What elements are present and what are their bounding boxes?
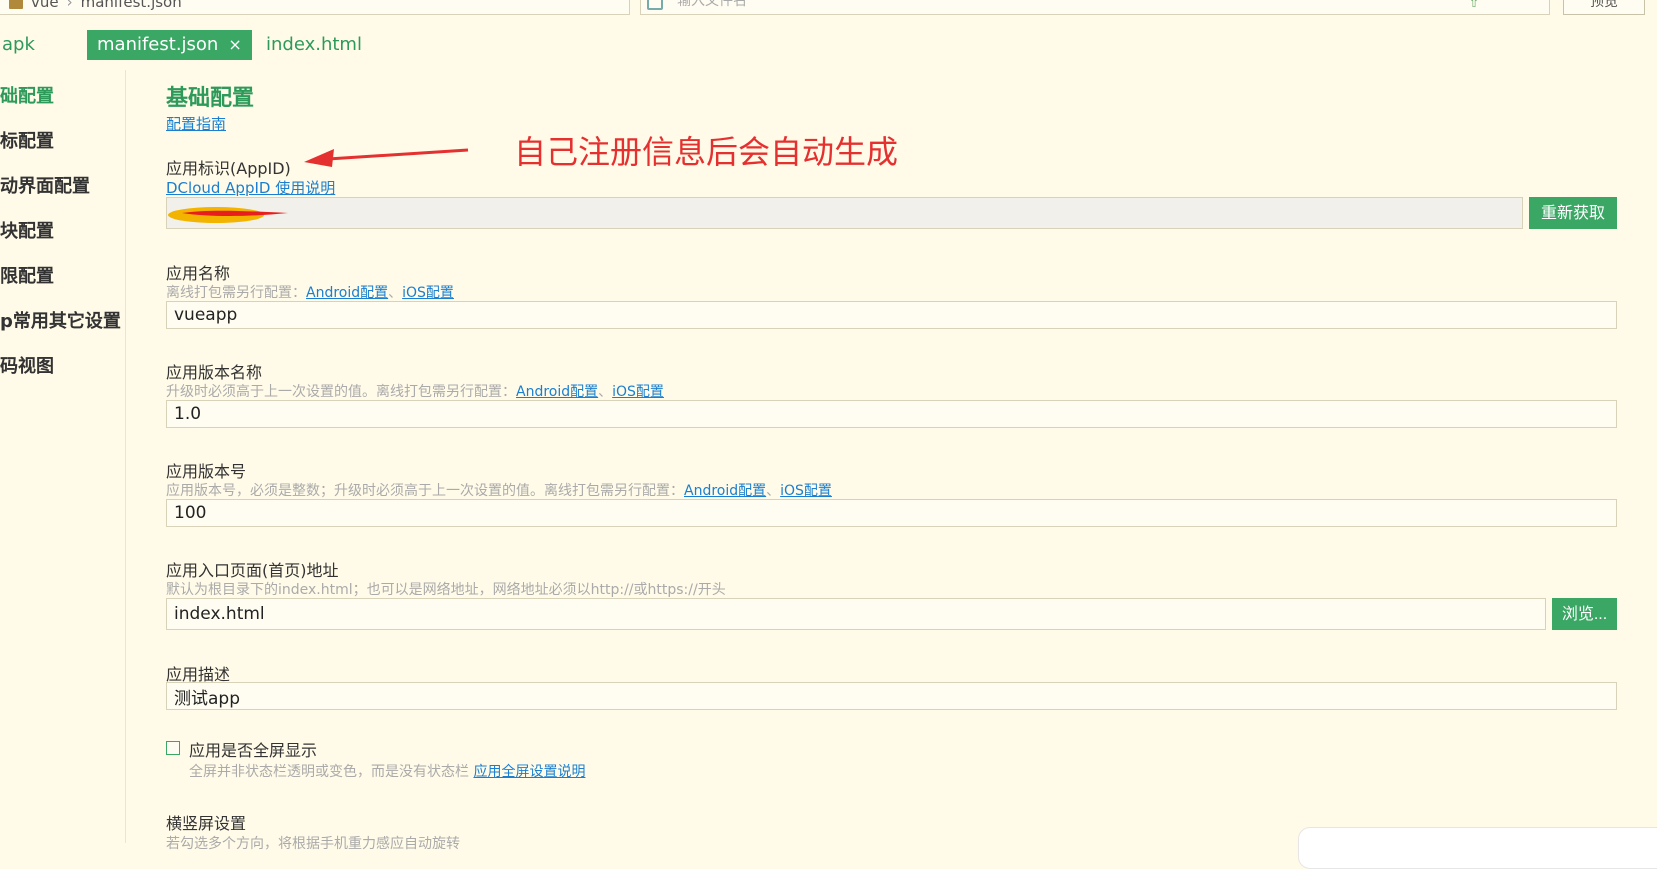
entry-page-label: 应用入口页面(首页)地址 (166, 561, 339, 580)
tab-index-html[interactable]: index.html (266, 30, 362, 60)
ios-config-link[interactable]: iOS配置 (402, 285, 454, 301)
app-name-input[interactable] (166, 301, 1617, 329)
hint-text: 离线打包需另行配置： (166, 285, 306, 301)
breadcrumb-file[interactable]: manifest.json (81, 0, 182, 11)
sidebar-item-icon[interactable]: 标配置 (0, 127, 54, 153)
android-config-link[interactable]: Android配置 (306, 285, 388, 301)
ios-config-link[interactable]: iOS配置 (780, 483, 832, 499)
config-guide-link[interactable]: 配置指南 (166, 115, 226, 133)
sidebar-item-other-settings[interactable]: p常用其它设置 (0, 307, 121, 333)
sidebar-item-modules[interactable]: 块配置 (0, 217, 54, 243)
browse-button[interactable]: 浏览... (1552, 598, 1617, 630)
refresh-appid-button[interactable]: 重新获取 (1529, 197, 1617, 229)
version-name-label: 应用版本名称 (166, 363, 263, 382)
search-icon (647, 0, 663, 10)
preview-button[interactable]: 预览 (1563, 0, 1645, 15)
annotation-text: 自己注册信息后会自动生成 (514, 133, 899, 171)
entry-page-hint: 默认为根目录下的index.html；也可以是网络地址，网络地址必须以http:… (166, 582, 726, 598)
app-name-label: 应用名称 (166, 264, 231, 283)
arrow-up-icon[interactable]: ⇧ (1469, 0, 1479, 10)
fullscreen-checkbox[interactable] (166, 741, 180, 755)
tab-label: apk (2, 34, 35, 55)
appid-field (166, 197, 1523, 229)
description-input[interactable] (166, 682, 1617, 710)
fullscreen-hint: 全屏并非状态栏透明或变色，而是没有状态栏 应用全屏设置说明 (189, 761, 585, 781)
annotation-arrow (304, 148, 469, 167)
breadcrumb: vue › manifest.json (0, 0, 630, 15)
app-name-hint: 离线打包需另行配置：Android配置、iOS配置 (166, 282, 454, 302)
version-code-input[interactable] (166, 499, 1617, 527)
tab-manifest-json[interactable]: manifest.json × (87, 30, 252, 60)
hint-separator: 、 (388, 285, 403, 301)
hint-separator: 、 (598, 384, 613, 400)
orientation-hint: 若勾选多个方向，将根据手机重力感应自动旋转 (166, 836, 460, 852)
sidebar-item-splash[interactable]: 动界面配置 (0, 172, 90, 198)
breadcrumb-folder[interactable]: vue (31, 0, 59, 11)
entry-page-input[interactable] (166, 598, 1546, 630)
sidebar-item-source-view[interactable]: 码视图 (0, 352, 54, 378)
close-icon[interactable]: × (228, 35, 241, 54)
hint-text: 升级时必须高于上一次设置的值。离线打包需另行配置： (166, 384, 516, 400)
search-placeholder: 输入文件名 (677, 0, 747, 9)
chevron-right-icon: › (66, 0, 73, 11)
version-code-label: 应用版本号 (166, 462, 247, 481)
appid-label: 应用标识(AppID) (166, 159, 291, 178)
hint-separator: 、 (766, 483, 781, 499)
version-code-hint: 应用版本号，必须是整数；升级时必须高于上一次设置的值。离线打包需另行配置：And… (166, 480, 832, 500)
editor-tabs: apk manifest.json × index.html (0, 30, 1657, 60)
search-input[interactable]: 输入文件名 ⇧ (640, 0, 1550, 15)
version-name-hint: 升级时必须高于上一次设置的值。离线打包需另行配置：Android配置、iOS配置 (166, 381, 664, 401)
fullscreen-label: 应用是否全屏显示 (189, 741, 318, 760)
notification-card (1298, 827, 1657, 869)
fullscreen-help-link[interactable]: 应用全屏设置说明 (473, 764, 585, 780)
page-title: 基础配置 (166, 86, 255, 111)
top-bar: vue › manifest.json 输入文件名 ⇧ 预览 (0, 0, 1657, 18)
orientation-label: 横竖屏设置 (166, 814, 247, 833)
settings-sidebar: 础配置 标配置 动界面配置 块配置 限配置 p常用其它设置 码视图 (0, 70, 126, 843)
version-name-input[interactable] (166, 400, 1617, 428)
sidebar-item-permissions[interactable]: 限配置 (0, 262, 54, 288)
hint-text: 全屏并非状态栏透明或变色，而是没有状态栏 (189, 764, 469, 780)
android-config-link[interactable]: Android配置 (684, 483, 766, 499)
appid-help-link[interactable]: DCloud AppID 使用说明 (166, 179, 335, 197)
tab-label: manifest.json (97, 34, 219, 55)
hint-text: 应用版本号，必须是整数；升级时必须高于上一次设置的值。离线打包需另行配置： (166, 483, 684, 499)
ios-config-link[interactable]: iOS配置 (612, 384, 664, 400)
android-config-link[interactable]: Android配置 (516, 384, 598, 400)
sidebar-item-basic[interactable]: 础配置 (0, 82, 54, 108)
tab-apk[interactable]: apk (2, 30, 35, 60)
redaction-mark (168, 207, 288, 223)
tab-label: index.html (266, 34, 362, 55)
folder-icon (9, 0, 23, 9)
